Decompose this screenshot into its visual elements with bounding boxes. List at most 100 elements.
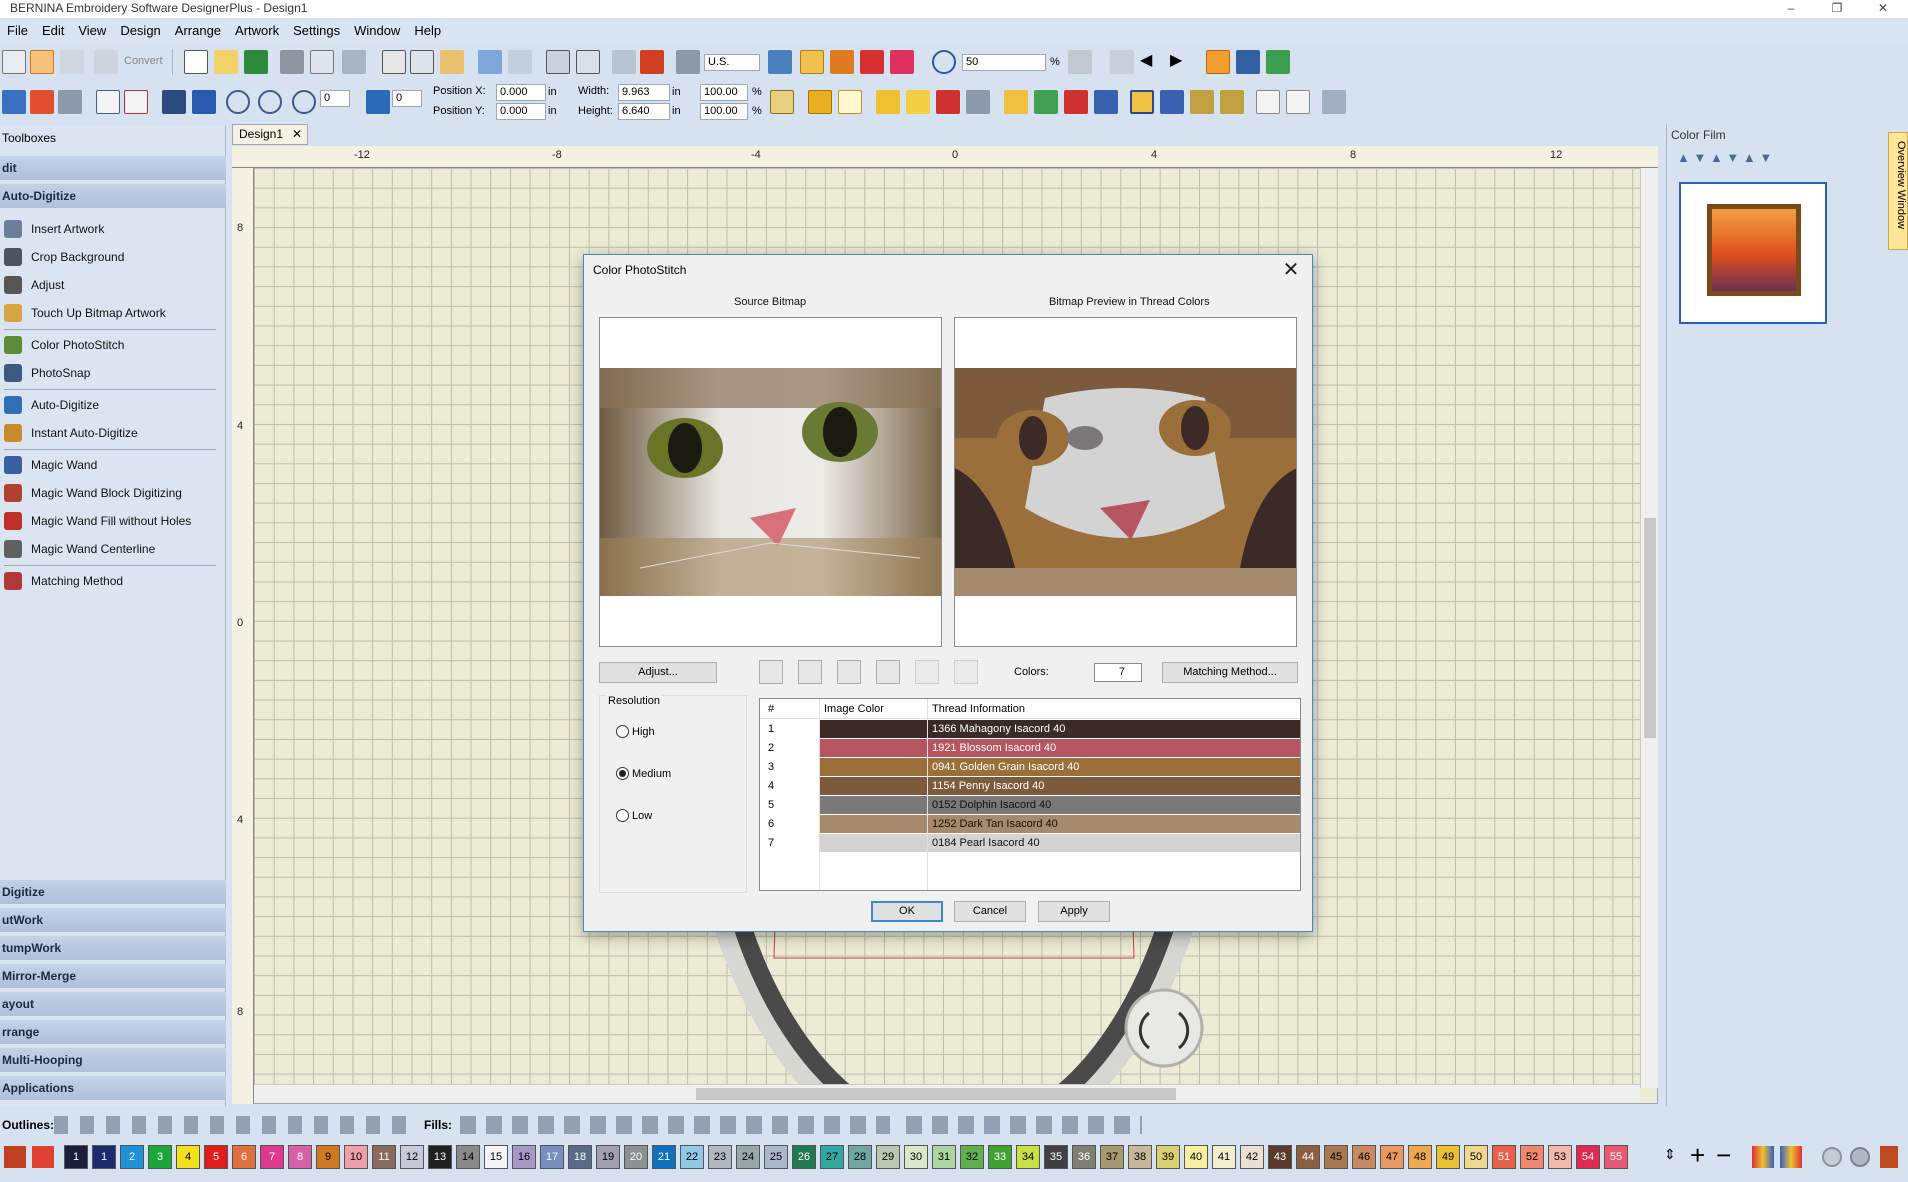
toolbox-item[interactable]: Magic Wand Block Digitizing — [0, 480, 220, 506]
close-tab-icon[interactable]: ✕ — [292, 125, 302, 144]
palette-swatch[interactable]: 33 — [988, 1145, 1012, 1169]
palette-swatch[interactable]: 4 — [176, 1145, 200, 1169]
palette-swatch[interactable]: 47 — [1380, 1145, 1404, 1169]
palette-swatch[interactable]: 11 — [372, 1145, 396, 1169]
palette-swatch[interactable]: 15 — [484, 1145, 508, 1169]
rotate-left-icon[interactable] — [226, 90, 250, 114]
palette-swatch[interactable]: 16 — [512, 1145, 536, 1169]
line-icon[interactable] — [966, 90, 990, 114]
palette-swatch[interactable]: 3 — [148, 1145, 172, 1169]
layers-icon[interactable] — [60, 50, 84, 74]
toolbox-item[interactable]: Magic Wand — [0, 452, 220, 478]
slant-icon[interactable] — [366, 90, 390, 114]
palette-swatch[interactable]: 23 — [708, 1145, 732, 1169]
mirror-horizontal-icon[interactable] — [192, 90, 216, 114]
toolbox-item[interactable]: Instant Auto-Digitize — [0, 420, 220, 446]
star-icon[interactable] — [838, 90, 862, 114]
toolbox-edit[interactable]: dit — [0, 156, 226, 180]
palette-swatch[interactable]: 43 — [1268, 1145, 1292, 1169]
palette-swatch[interactable]: 6 — [232, 1145, 256, 1169]
toolbox-item[interactable]: PhotoSnap — [0, 360, 220, 386]
palette-swatch[interactable]: 5 — [204, 1145, 228, 1169]
toolbox-auto-digitize[interactable]: Auto-Digitize — [0, 184, 226, 208]
slant-angle-input[interactable]: 0 — [392, 90, 422, 107]
zoom-in-icon[interactable] — [759, 660, 783, 684]
palette-swatch[interactable]: 38 — [1128, 1145, 1152, 1169]
thread-row[interactable]: 2 1921 Blossom Isacord 40 — [760, 739, 1300, 758]
star-fill-icon[interactable] — [1004, 90, 1028, 114]
scale-icon[interactable] — [96, 90, 120, 114]
rotate-angle-input[interactable]: 0 — [320, 90, 350, 107]
satin-icon[interactable] — [808, 90, 832, 114]
paste-icon[interactable] — [440, 50, 464, 74]
palette-swatch[interactable]: 20 — [624, 1145, 648, 1169]
flower-icon[interactable] — [1064, 90, 1088, 114]
height-input[interactable]: 6.640 — [618, 103, 670, 120]
adjust-button[interactable]: Adjust... — [599, 662, 717, 683]
add-color-icon[interactable]: + — [1690, 1142, 1705, 1168]
palette-swatch[interactable]: 46 — [1352, 1145, 1376, 1169]
reshape-icon[interactable] — [30, 90, 54, 114]
tie-icon[interactable] — [860, 50, 884, 74]
convert-icon[interactable] — [94, 50, 118, 74]
zoom-icon[interactable] — [932, 50, 956, 74]
minimize-button[interactable]: – — [1768, 0, 1814, 18]
paint-bucket-icon[interactable] — [32, 1146, 54, 1168]
resolution-low-label[interactable]: Low — [632, 810, 652, 822]
select-object-icon[interactable] — [1110, 50, 1134, 74]
toolbox-item[interactable]: Touch Up Bitmap Artwork — [0, 300, 220, 326]
units-select[interactable]: U.S. — [704, 54, 760, 71]
palette-swatch[interactable]: 54 — [1576, 1145, 1600, 1169]
palette-swatch[interactable]: 25 — [764, 1145, 788, 1169]
skew-icon[interactable] — [124, 90, 148, 114]
toolbox-item[interactable]: Magic Wand Fill without Holes — [0, 508, 220, 534]
cancel-button[interactable]: Cancel — [954, 901, 1026, 922]
options-icon[interactable] — [1322, 90, 1346, 114]
move-up-icon[interactable]: ▲ ▼ ▲ ▼ ▲ ▼ — [1677, 150, 1772, 165]
menu-file[interactable]: File — [0, 20, 35, 41]
edit-artwork-icon[interactable] — [30, 50, 54, 74]
palette-swatch[interactable]: 9 — [316, 1145, 340, 1169]
stitch-player-icon[interactable] — [830, 50, 854, 74]
copy-icon[interactable] — [410, 50, 434, 74]
toolbox-item[interactable]: Color PhotoStitch — [0, 332, 220, 358]
special-fill-icons[interactable] — [906, 1116, 1142, 1134]
artwork-view-icon[interactable] — [800, 50, 824, 74]
show-background-icon[interactable] — [768, 50, 792, 74]
background-icon[interactable] — [1822, 1147, 1842, 1167]
stitch-edit-icon[interactable] — [58, 90, 82, 114]
cross-grid-icon[interactable] — [1190, 90, 1214, 114]
color-sort-icon[interactable] — [1206, 50, 1230, 74]
palette-swatch[interactable]: 1 — [92, 1145, 116, 1169]
menu-design[interactable]: Design — [113, 20, 167, 41]
motif-icon[interactable] — [1034, 90, 1058, 114]
rotate-free-icon[interactable] — [292, 90, 316, 114]
palette-swatch[interactable]: 17 — [540, 1145, 564, 1169]
undo-icon[interactable] — [915, 660, 939, 684]
lock-proportions-icon[interactable] — [770, 90, 794, 114]
toolbox-multi-hooping[interactable]: Multi-Hooping — [0, 1048, 226, 1072]
color-film-thumbnail[interactable] — [1679, 182, 1827, 324]
menu-artwork[interactable]: Artwork — [228, 20, 286, 41]
thread-icon[interactable] — [1880, 1146, 1898, 1168]
palette-swatch[interactable]: 29 — [876, 1145, 900, 1169]
menu-help[interactable]: Help — [407, 20, 448, 41]
pan-hand-icon[interactable] — [1068, 50, 1092, 74]
document-tab[interactable]: Design1 ✕ — [232, 124, 308, 145]
palette-swatch[interactable]: 1 — [64, 1145, 88, 1169]
palette-swatch[interactable]: 39 — [1156, 1145, 1180, 1169]
toolbox-layout[interactable]: ayout — [0, 992, 226, 1016]
thread-row[interactable]: 1 1366 Mahagony Isacord 40 — [760, 720, 1300, 739]
palette-swatch[interactable]: 13 — [428, 1145, 452, 1169]
resolution-high-radio[interactable] — [616, 725, 629, 738]
shape-icon[interactable] — [906, 90, 930, 114]
palette-swatch[interactable]: 35 — [1044, 1145, 1068, 1169]
palette-swatch[interactable]: 12 — [400, 1145, 424, 1169]
thread-row[interactable]: 6 1252 Dark Tan Isacord 40 — [760, 815, 1300, 834]
blank-fill-icon[interactable] — [1256, 90, 1280, 114]
width-input[interactable]: 9.963 — [618, 84, 670, 101]
open-folder-icon[interactable] — [214, 50, 238, 74]
redo-icon[interactable] — [508, 50, 532, 74]
palette-swatch[interactable]: 31 — [932, 1145, 956, 1169]
apply-button[interactable]: Apply — [1038, 901, 1110, 922]
